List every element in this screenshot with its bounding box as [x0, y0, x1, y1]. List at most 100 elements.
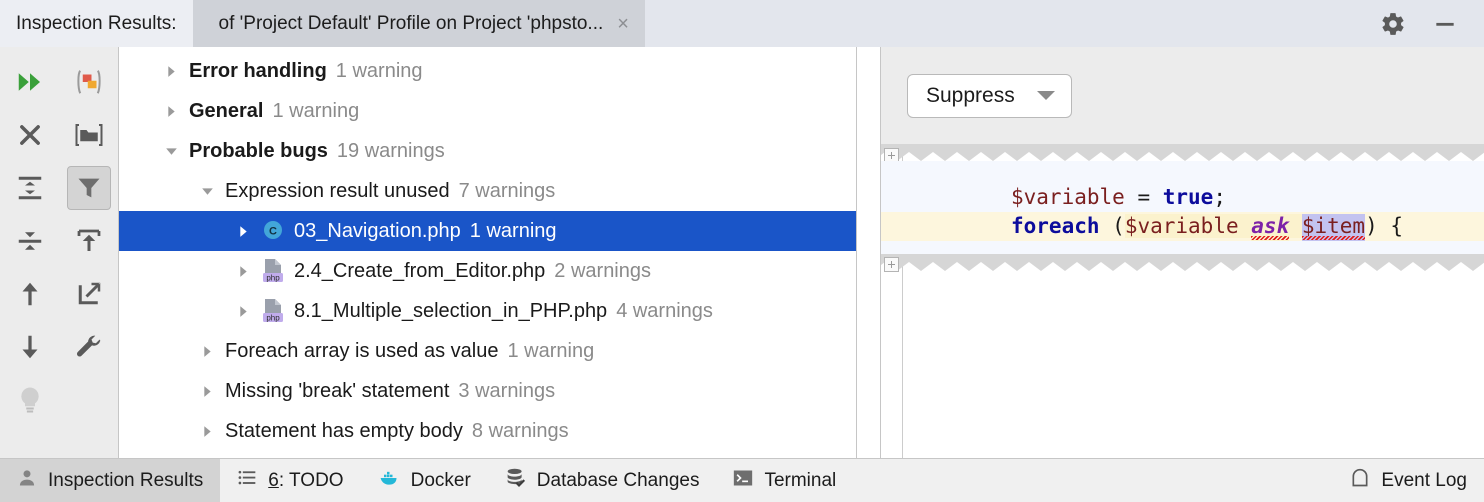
suppress-label: Suppress — [926, 83, 1015, 107]
chevron-right-icon[interactable] — [199, 343, 216, 360]
folder-icon — [67, 113, 111, 157]
edit-settings-button[interactable] — [59, 320, 118, 373]
close-x-icon — [8, 113, 52, 157]
previous-problem-button[interactable] — [0, 267, 59, 320]
code-token-variable: $variable — [1011, 185, 1125, 209]
close-inspection-button[interactable] — [0, 108, 59, 161]
code-token-error: ask — [1251, 214, 1290, 241]
tree-row-label: Missing 'break' statement — [225, 379, 450, 402]
chevron-right-icon[interactable] — [163, 103, 180, 120]
statusbar-item-todo[interactable]: 6: TODO — [220, 459, 360, 502]
suppress-dropdown[interactable]: Suppress — [907, 73, 1072, 118]
tab-inspection-profile[interactable]: of 'Project Default' Profile on Project … — [192, 0, 645, 47]
rerun-inspection-button[interactable] — [0, 55, 59, 108]
inspection-results-tool-window: Inspection Results: of 'Project Default'… — [0, 0, 1484, 502]
panel-splitter[interactable] — [856, 47, 880, 458]
statusbar-item-terminal[interactable]: Terminal — [716, 459, 853, 502]
tree-row-24-create-from-editor-php[interactable]: php 2.4_Create_from_Editor.php 2 warning… — [119, 251, 856, 291]
header-spacer — [645, 0, 1380, 47]
tree-row-count: 1 warning — [335, 59, 423, 82]
inspection-detail-panel: Suppress $variable = true; foreach ($var… — [880, 47, 1484, 458]
group-by-directory-button[interactable] — [59, 108, 118, 161]
statusbar-item-label: Event Log — [1381, 469, 1467, 491]
tree-row-count: 1 warning — [507, 339, 595, 362]
tree-row-81-multiple-selection-in-php-php[interactable]: php 8.1_Multiple_selection_in_PHP.php 4 … — [119, 291, 856, 331]
tree-row-statement-has-empty-body[interactable]: Statement has empty body 8 warnings — [119, 411, 856, 451]
gear-icon[interactable] — [1380, 11, 1406, 37]
tree-row-general[interactable]: General 1 warning — [119, 91, 856, 131]
inspection-toolbar — [0, 47, 119, 458]
tree-row-foreach-array-is-used-as-value[interactable]: Foreach array is used as value 1 warning — [119, 331, 856, 371]
open-in-new-window-button[interactable] — [59, 267, 118, 320]
tool-window-header: Inspection Results: of 'Project Default'… — [0, 0, 1484, 47]
tree-row-label: Expression result unused — [225, 179, 450, 202]
statusbar-item-docker[interactable]: Docker — [361, 459, 488, 502]
chevron-right-icon[interactable] — [235, 223, 252, 240]
statusbar-item-event-log[interactable]: Event Log — [1333, 459, 1484, 502]
tree-row-error-handling[interactable]: Error handling 1 warning — [119, 51, 856, 91]
status-bar: Inspection Results 6: TODO Docker Databa… — [0, 458, 1484, 502]
tree-row-label: Foreach array is used as value — [225, 339, 499, 362]
next-problem-button[interactable] — [0, 320, 59, 373]
tree-row-expression-result-unused[interactable]: Expression result unused 7 warnings — [119, 171, 856, 211]
code-preview[interactable]: $variable = true; foreach ($variable ask… — [881, 144, 1484, 458]
code-line-1: $variable = true; — [881, 183, 1484, 212]
chevron-down-icon[interactable] — [199, 183, 216, 200]
double-right-arrow-icon — [8, 60, 52, 104]
tree-row-count: 7 warnings — [458, 179, 556, 202]
chevron-right-icon[interactable] — [199, 423, 216, 440]
close-icon[interactable]: × — [617, 14, 629, 34]
tree-row-label: Probable bugs — [189, 139, 328, 162]
chevron-right-icon[interactable] — [163, 63, 180, 80]
tree-row-label: General — [189, 99, 264, 122]
statusbar-item-label: Docker — [410, 469, 471, 491]
chevron-right-icon[interactable] — [235, 263, 252, 280]
folded-region-bottom[interactable] — [881, 254, 1484, 271]
arrow-up-icon — [8, 272, 52, 316]
inspection-person-icon — [17, 468, 37, 494]
filter-inspections-button[interactable] — [59, 161, 118, 214]
minimize-icon[interactable] — [1432, 11, 1458, 37]
statusbar-item-database-changes[interactable]: Database Changes — [488, 459, 717, 502]
code-token-item: $item — [1301, 214, 1366, 241]
tree-row-missing-break-statement[interactable]: Missing 'break' statement 3 warnings — [119, 371, 856, 411]
grouping-icon — [67, 60, 111, 104]
code-token-operator: = — [1124, 185, 1163, 209]
expand-all-icon — [8, 166, 52, 210]
statusbar-mnemonic: 6 — [268, 469, 279, 491]
tree-row-03-navigation-php[interactable]: C 03_Navigation.php 1 warning — [119, 211, 856, 251]
chevron-down-icon — [1036, 91, 1055, 100]
code-token-paren: ( — [1099, 214, 1125, 238]
code-token-keyword: foreach — [1011, 214, 1100, 238]
code-token-variable: $variable — [1124, 214, 1239, 238]
chevron-right-icon[interactable] — [199, 383, 216, 400]
terminal-icon — [733, 468, 753, 494]
tree-row-count: 1 warning — [272, 99, 360, 122]
tree-row-label: 2.4_Create_from_Editor.php — [294, 259, 546, 282]
fold-expand-icon-bottom[interactable] — [884, 257, 899, 272]
folded-region-top[interactable] — [881, 144, 1484, 161]
tree-row-label: 03_Navigation.php — [294, 219, 461, 242]
export-icon — [67, 219, 111, 263]
export-button[interactable] — [59, 214, 118, 267]
svg-text:C: C — [269, 226, 277, 238]
tree-row-probable-bugs[interactable]: Probable bugs 19 warnings — [119, 131, 856, 171]
page-title: Inspection Results: — [0, 0, 193, 47]
chevron-down-icon[interactable] — [163, 143, 180, 160]
chevron-right-icon[interactable] — [235, 303, 252, 320]
code-token-keyword: true — [1162, 185, 1214, 209]
expand-all-button[interactable] — [0, 161, 59, 214]
tool-window-body: Error handling 1 warning General 1 warni… — [0, 47, 1484, 458]
group-by-severity-button[interactable] — [59, 55, 118, 108]
collapse-all-button[interactable] — [0, 214, 59, 267]
code-lines: $variable = true; foreach ($variable ask… — [881, 161, 1484, 254]
php-class-icon: C — [261, 218, 285, 244]
statusbar-item-inspection-results[interactable]: Inspection Results — [0, 459, 221, 502]
database-changes-icon — [505, 467, 526, 494]
quick-fix-button[interactable] — [0, 373, 59, 426]
statusbar-item-label: 6: TODO — [268, 470, 343, 492]
tab-label: of 'Project Default' Profile on Project … — [218, 12, 604, 34]
inspection-tree[interactable]: Error handling 1 warning General 1 warni… — [119, 47, 856, 458]
lightbulb-icon — [8, 378, 52, 422]
